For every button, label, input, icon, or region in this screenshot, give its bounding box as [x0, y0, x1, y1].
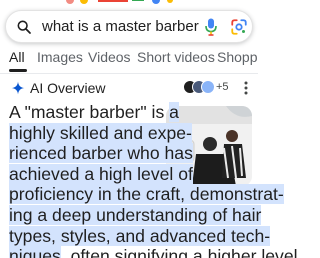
more-vert-icon[interactable]: [244, 81, 248, 95]
ai-overview-header: AI Overview +5: [0, 78, 258, 100]
ai-overview-text: A "master barber" is a highly skilled an…: [9, 102, 298, 258]
overview-line: proficiency in the craft, demonstrat-: [9, 184, 284, 205]
tab-short-videos[interactable]: Short videos: [137, 49, 215, 65]
tab-images[interactable]: Images: [37, 49, 83, 65]
tab-videos[interactable]: Videos: [88, 49, 131, 65]
tab-all[interactable]: All: [9, 49, 25, 65]
overview-line: niques, often signifying a higher level: [9, 246, 298, 258]
overview-line-highlight: achieved a high level of: [9, 163, 193, 184]
source-avatars[interactable]: [183, 80, 217, 96]
search-input[interactable]: what is a master barber: [42, 18, 199, 35]
source-avatar: [201, 80, 215, 94]
overview-line-text: , often signifying a higher level: [60, 246, 298, 258]
search-icon[interactable]: [16, 19, 32, 35]
search-tabs: All Images Videos Short videos Shoppi: [0, 45, 258, 73]
overview-line: types, styles, and advanced tech-: [9, 225, 271, 247]
microphone-icon[interactable]: [205, 18, 217, 36]
overview-line-highlight: niques: [9, 246, 61, 258]
ai-overview-title: AI Overview: [30, 80, 106, 96]
overview-line: ing a deep understanding of hair: [9, 204, 262, 226]
ai-sparkle-icon: [11, 81, 25, 95]
overview-line: A "master barber" is a: [9, 102, 257, 123]
overview-line-highlight: highly skilled and expe-: [9, 122, 192, 143]
search-bar[interactable]: what is a master barber: [5, 10, 253, 43]
google-lens-icon[interactable]: [230, 18, 248, 36]
overview-line-highlight: a: [169, 102, 179, 122]
overview-line: highly skilled and expe-: [9, 122, 257, 144]
overview-line-highlight: rienced barber who has: [9, 143, 193, 164]
overview-line-highlight: proficiency in the craft, demonstrat-: [9, 184, 284, 205]
overview-line-text: A "master barber" is: [9, 102, 170, 122]
tab-shopping[interactable]: Shoppi: [217, 49, 258, 65]
active-tab-indicator: [9, 69, 27, 72]
overview-line: achieved a high level of: [9, 163, 257, 185]
tabs-divider: [0, 73, 258, 74]
doodle-image: [66, 0, 173, 4]
overview-line: rienced barber who has: [9, 143, 257, 164]
overview-line-highlight: types, styles, and advanced tech-: [9, 225, 271, 246]
doodle-strip: [0, 0, 258, 9]
source-count[interactable]: +5: [216, 81, 229, 93]
overview-line-highlight: ing a deep understanding of hair: [9, 204, 262, 225]
